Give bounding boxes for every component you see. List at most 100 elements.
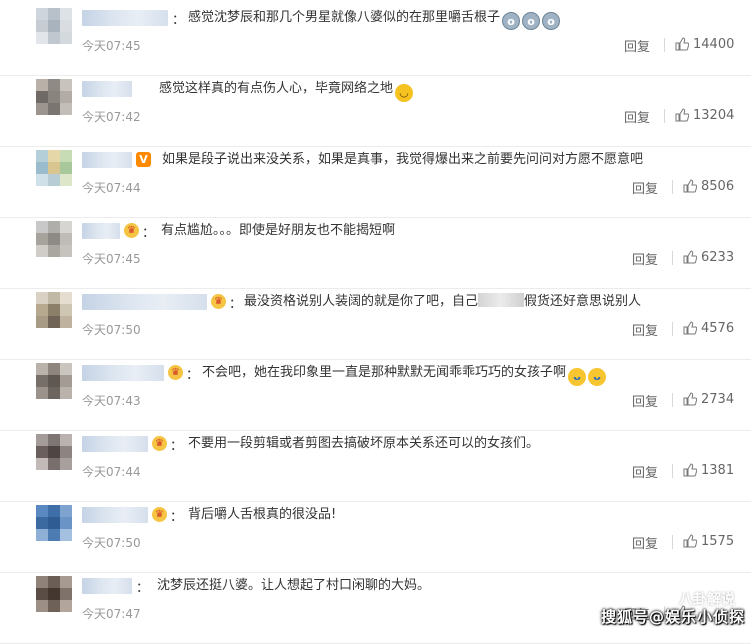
comment-item: 感觉这样真的有点伤人心，毕竟网络之地 ◡ 今天07:42 回复 13204 bbox=[0, 75, 751, 147]
avatar[interactable] bbox=[36, 8, 72, 44]
avatar[interactable] bbox=[36, 292, 72, 328]
reply-button[interactable]: 回复 bbox=[624, 107, 650, 126]
thumbs-up-icon bbox=[683, 392, 698, 406]
divider bbox=[672, 322, 673, 336]
divider bbox=[664, 38, 665, 52]
comment-item: ♛： 不要用一段剪辑或者剪图去搞破坏原本关系还可以的女孩们。今天07:44 回复 13… bbox=[0, 430, 751, 502]
colon: ： bbox=[170, 439, 184, 454]
username-blurred[interactable] bbox=[82, 507, 148, 523]
comment-text-part: 感觉沈梦辰和那几个男星就像八婆似的在那里嚼舌根子 bbox=[188, 10, 501, 25]
comment-time: 今天07:43 bbox=[82, 394, 141, 408]
smug-emoji-icon: ◡ bbox=[395, 84, 414, 102]
avatar[interactable] bbox=[36, 363, 72, 399]
avatar[interactable] bbox=[36, 150, 72, 186]
crown-badge-icon: ♛ bbox=[124, 223, 139, 238]
reply-button[interactable]: 回复 bbox=[624, 36, 650, 55]
crown-badge-icon: ♛ bbox=[211, 294, 226, 309]
username-blurred[interactable] bbox=[82, 294, 207, 310]
avatar[interactable] bbox=[36, 79, 72, 115]
comment-text-part: 不要用一段剪辑或者剪图去搞破坏原本关系还可以的女孩们。 bbox=[188, 436, 540, 451]
shocked-emoji-icon: o bbox=[502, 12, 521, 30]
laughing-emoji-icon: ᴗ bbox=[568, 368, 587, 386]
like-button[interactable]: 6233 bbox=[683, 250, 734, 265]
divider bbox=[672, 393, 673, 407]
like-count: 1575 bbox=[701, 534, 735, 549]
comment-list: ：感觉沈梦辰和那几个男星就像八婆似的在那里嚼舌根子 o o o 今天07:45 回复 144… bbox=[0, 0, 751, 644]
like-button[interactable]: 1381 bbox=[683, 463, 734, 478]
thumbs-up-icon bbox=[683, 250, 698, 264]
like-button[interactable]: 8506 bbox=[683, 179, 734, 194]
avatar[interactable] bbox=[36, 221, 72, 257]
avatar[interactable] bbox=[36, 576, 72, 612]
like-count: 4576 bbox=[701, 321, 735, 336]
comment-time: 今天07:42 bbox=[82, 110, 141, 124]
avatar[interactable] bbox=[36, 505, 72, 541]
comment-text-part: 沈梦辰还挺八婆。让人想起了村口闲聊的大妈。 bbox=[157, 578, 431, 593]
comment-time: 今天07:45 bbox=[82, 39, 141, 53]
reply-button[interactable]: 回复 bbox=[632, 462, 658, 481]
blurred-text bbox=[478, 293, 525, 307]
comment-text-part: 如果是段子说出来没关系，如果是真事，我觉得爆出来之前要先问问对方愿不愿意吧 bbox=[162, 152, 644, 167]
like-button[interactable]: 1575 bbox=[683, 534, 734, 549]
comment-text: 不要用一段剪辑或者剪图去搞破坏原本关系还可以的女孩们。 bbox=[188, 435, 539, 453]
divider bbox=[664, 109, 665, 123]
reply-button[interactable]: 回复 bbox=[632, 391, 658, 410]
shocked-emoji-icon: o bbox=[522, 12, 541, 30]
crown-badge-icon: ♛ bbox=[168, 365, 183, 380]
divider bbox=[672, 535, 673, 549]
comment-text-part: 不会吧，她在我印象里一直是那种默默无闻乖乖巧巧的女孩子啊 bbox=[202, 365, 567, 380]
colon: ： bbox=[170, 510, 184, 525]
thumbs-up-icon bbox=[683, 534, 698, 548]
thumbs-up-icon bbox=[683, 463, 698, 477]
divider bbox=[672, 464, 673, 478]
username-blurred[interactable] bbox=[82, 365, 164, 381]
colon: ： bbox=[172, 13, 186, 28]
watermark: 搜狐号@娱乐小侦探 bbox=[600, 608, 745, 626]
avatar[interactable] bbox=[36, 434, 72, 470]
comment-item: ：感觉沈梦辰和那几个男星就像八婆似的在那里嚼舌根子 o o o 今天07:45 回复 144… bbox=[0, 4, 751, 76]
comment-item: ♛： 背后嚼人舌根真的很没品! 今天07:50 回复 1575 bbox=[0, 501, 751, 573]
comment-text: 感觉沈梦辰和那几个男星就像八婆似的在那里嚼舌根子 o o o bbox=[188, 9, 561, 30]
like-count: 13204 bbox=[693, 108, 735, 123]
username-blurred[interactable] bbox=[82, 436, 148, 452]
comment-text: 感觉这样真的有点伤人心，毕竟网络之地 ◡ bbox=[159, 80, 414, 102]
reply-button[interactable]: 回复 bbox=[632, 178, 658, 197]
shocked-emoji-icon: o bbox=[542, 12, 561, 30]
like-button[interactable]: 4576 bbox=[683, 321, 734, 336]
like-count: 6233 bbox=[701, 250, 735, 265]
divider bbox=[672, 251, 673, 265]
like-button[interactable]: 13204 bbox=[675, 108, 734, 123]
comment-time: 今天07:50 bbox=[82, 536, 141, 550]
comment-time: 今天07:50 bbox=[82, 323, 141, 337]
comment-item: V 如果是段子说出来没关系，如果是真事，我觉得爆出来之前要先问问对方愿不愿意吧 今天… bbox=[0, 146, 751, 218]
username-blurred[interactable] bbox=[82, 152, 132, 168]
like-count: 1381 bbox=[701, 463, 735, 478]
thumbs-up-icon bbox=[675, 37, 690, 51]
like-button[interactable]: 2734 bbox=[683, 392, 734, 407]
username-blurred[interactable] bbox=[82, 10, 168, 26]
comment-text-part: 背后嚼人舌根真的很没品! bbox=[188, 507, 337, 522]
comment-text: 最没资格说别人装阔的就是你了吧，自己 假货还好意思说别人 bbox=[244, 293, 641, 311]
colon: ： bbox=[136, 581, 150, 596]
username-blurred[interactable] bbox=[82, 81, 132, 97]
reply-button[interactable]: 回复 bbox=[632, 533, 658, 552]
comment-text-part: 有点尴尬。。。即使是好朋友也不能揭短啊 bbox=[161, 223, 396, 238]
comment-text: 背后嚼人舌根真的很没品! bbox=[188, 506, 336, 524]
like-button[interactable]: 14400 bbox=[675, 37, 734, 52]
username-blurred[interactable] bbox=[82, 223, 120, 239]
comment-time: 今天07:44 bbox=[82, 465, 141, 479]
thumbs-up-icon bbox=[683, 321, 698, 335]
comment-text-part: 感觉这样真的有点伤人心，毕竟网络之地 bbox=[159, 81, 394, 96]
reply-button[interactable]: 回复 bbox=[632, 249, 658, 268]
colon: ： bbox=[229, 297, 243, 312]
comment-item: ♛：最没资格说别人装阔的就是你了吧，自己 假货还好意思说别人今天07:50 回复 45… bbox=[0, 288, 751, 360]
colon: ： bbox=[186, 368, 200, 383]
comment-item: ♛： 有点尴尬。。。即使是好朋友也不能揭短啊 今天07:45 回复 6233 bbox=[0, 217, 751, 289]
comment-text: 如果是段子说出来没关系，如果是真事，我觉得爆出来之前要先问问对方愿不愿意吧 bbox=[162, 151, 643, 169]
comment-text: 沈梦辰还挺八婆。让人想起了村口闲聊的大妈。 bbox=[157, 577, 430, 595]
username-blurred[interactable] bbox=[82, 578, 132, 594]
crown-badge-icon: ♛ bbox=[152, 436, 167, 451]
comment-item: ♛：不会吧，她在我印象里一直是那种默默无闻乖乖巧巧的女孩子啊 ᴗ ᴗ 今天07:43 回… bbox=[0, 359, 751, 431]
thumbs-up-icon bbox=[675, 108, 690, 122]
reply-button[interactable]: 回复 bbox=[632, 320, 658, 339]
